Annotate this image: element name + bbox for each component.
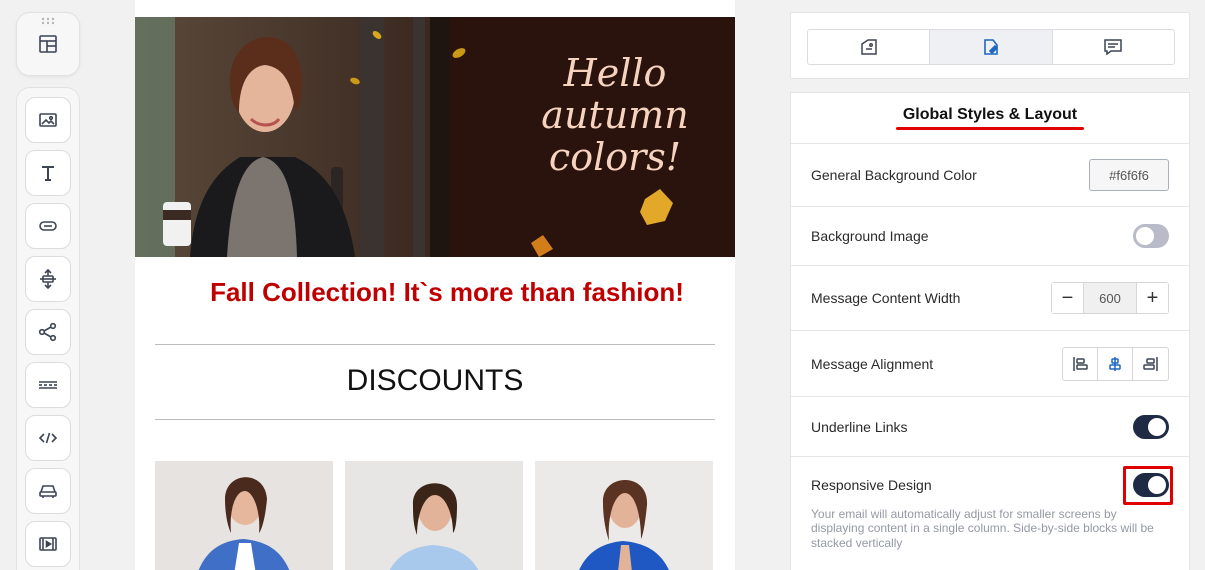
headline-text[interactable]: Fall Collection! It`s more than fashion! xyxy=(135,277,735,308)
background-image-toggle[interactable] xyxy=(1133,224,1169,248)
menu-block-button[interactable] xyxy=(25,468,71,514)
comments-icon xyxy=(1104,39,1123,56)
settings-tabs-card xyxy=(790,12,1190,79)
settings-tabs xyxy=(807,29,1175,65)
row-label: Underline Links xyxy=(811,418,908,435)
row-label: Background Image xyxy=(811,228,929,244)
section-title[interactable]: DISCOUNTS xyxy=(135,364,735,398)
html-code-icon xyxy=(38,432,58,444)
global-styles-panel: Global Styles & Layout General Backgroun… xyxy=(790,92,1190,570)
video-block-button[interactable] xyxy=(25,521,71,567)
row-message-alignment: Message Alignment xyxy=(791,331,1189,397)
underline-links-toggle[interactable] xyxy=(1133,414,1169,439)
align-right-button[interactable] xyxy=(1133,348,1168,380)
highlight-annotation xyxy=(1123,466,1173,505)
tab-comments[interactable] xyxy=(1053,30,1174,64)
layout-blocks-icon xyxy=(39,35,57,53)
tab-styles[interactable] xyxy=(930,30,1053,64)
panel-header: Global Styles & Layout xyxy=(791,93,1189,144)
product-photo xyxy=(535,461,713,570)
video-block-icon xyxy=(39,537,57,551)
structure-panel-button[interactable] xyxy=(16,12,80,76)
background-color-picker[interactable]: #f6f6f6 xyxy=(1089,159,1169,191)
html-block-button[interactable] xyxy=(25,415,71,461)
divider-top xyxy=(155,344,715,345)
product-image-2[interactable] xyxy=(345,461,523,570)
divider-block-button[interactable] xyxy=(25,362,71,408)
content-width-input[interactable]: 600 xyxy=(1083,283,1137,313)
drag-handle-icon[interactable] xyxy=(41,17,55,25)
align-center-icon xyxy=(1109,356,1121,371)
content-icon xyxy=(860,39,877,55)
increase-width-button[interactable]: + xyxy=(1137,283,1168,313)
row-label: General Background Color xyxy=(811,167,977,183)
product-photo xyxy=(345,461,523,570)
menu-block-icon xyxy=(39,485,57,498)
tab-content[interactable] xyxy=(808,30,931,64)
align-left-icon xyxy=(1073,356,1088,371)
image-block-button[interactable] xyxy=(25,97,71,143)
product-image-1[interactable] xyxy=(155,461,333,570)
row-background-image: Background Image xyxy=(791,207,1189,266)
product-image-3[interactable] xyxy=(535,461,713,570)
title-underline xyxy=(896,127,1084,130)
email-canvas[interactable]: Hello autumn colors! Fall Collection! It… xyxy=(135,0,735,570)
align-center-button[interactable] xyxy=(1098,347,1133,380)
alignment-buttons xyxy=(1062,346,1169,381)
row-label: Message Content Width xyxy=(811,290,961,306)
image-block-icon xyxy=(39,113,57,127)
toggle-knob xyxy=(1136,227,1154,245)
decrease-width-button[interactable]: − xyxy=(1052,283,1083,313)
divider-bottom xyxy=(155,419,715,420)
row-background-color: General Background Color #f6f6f6 xyxy=(791,144,1189,207)
hero-text: Hello autumn colors! xyxy=(541,51,689,179)
align-left-button[interactable] xyxy=(1063,347,1098,380)
content-width-stepper: − 600 + xyxy=(1051,282,1169,314)
text-block-button[interactable] xyxy=(25,150,71,196)
row-label: Responsive Design xyxy=(811,477,932,493)
blocks-toolbar xyxy=(16,87,80,570)
text-block-icon xyxy=(42,166,54,181)
row-label: Message Alignment xyxy=(811,355,934,372)
product-photo xyxy=(155,461,333,570)
panel-title: Global Styles & Layout xyxy=(902,106,1078,123)
align-right-icon xyxy=(1142,356,1158,371)
row-underline-links: Underline Links xyxy=(791,397,1189,457)
social-block-button[interactable] xyxy=(25,309,71,355)
row-responsive-design: Responsive Design xyxy=(791,457,1189,513)
spacer-block-icon xyxy=(40,268,56,290)
responsive-design-description: Your email will automatically adjust for… xyxy=(811,507,1154,550)
toggle-knob xyxy=(1148,417,1166,436)
styles-icon xyxy=(984,39,999,55)
button-block-icon xyxy=(39,221,57,231)
divider-block-icon xyxy=(39,381,57,389)
row-content-width: Message Content Width − 600 + xyxy=(791,266,1189,331)
button-block-button[interactable] xyxy=(25,203,71,249)
hero-banner-image[interactable]: Hello autumn colors! xyxy=(135,17,735,257)
spacer-block-button[interactable] xyxy=(25,256,71,302)
social-share-icon xyxy=(38,322,57,342)
